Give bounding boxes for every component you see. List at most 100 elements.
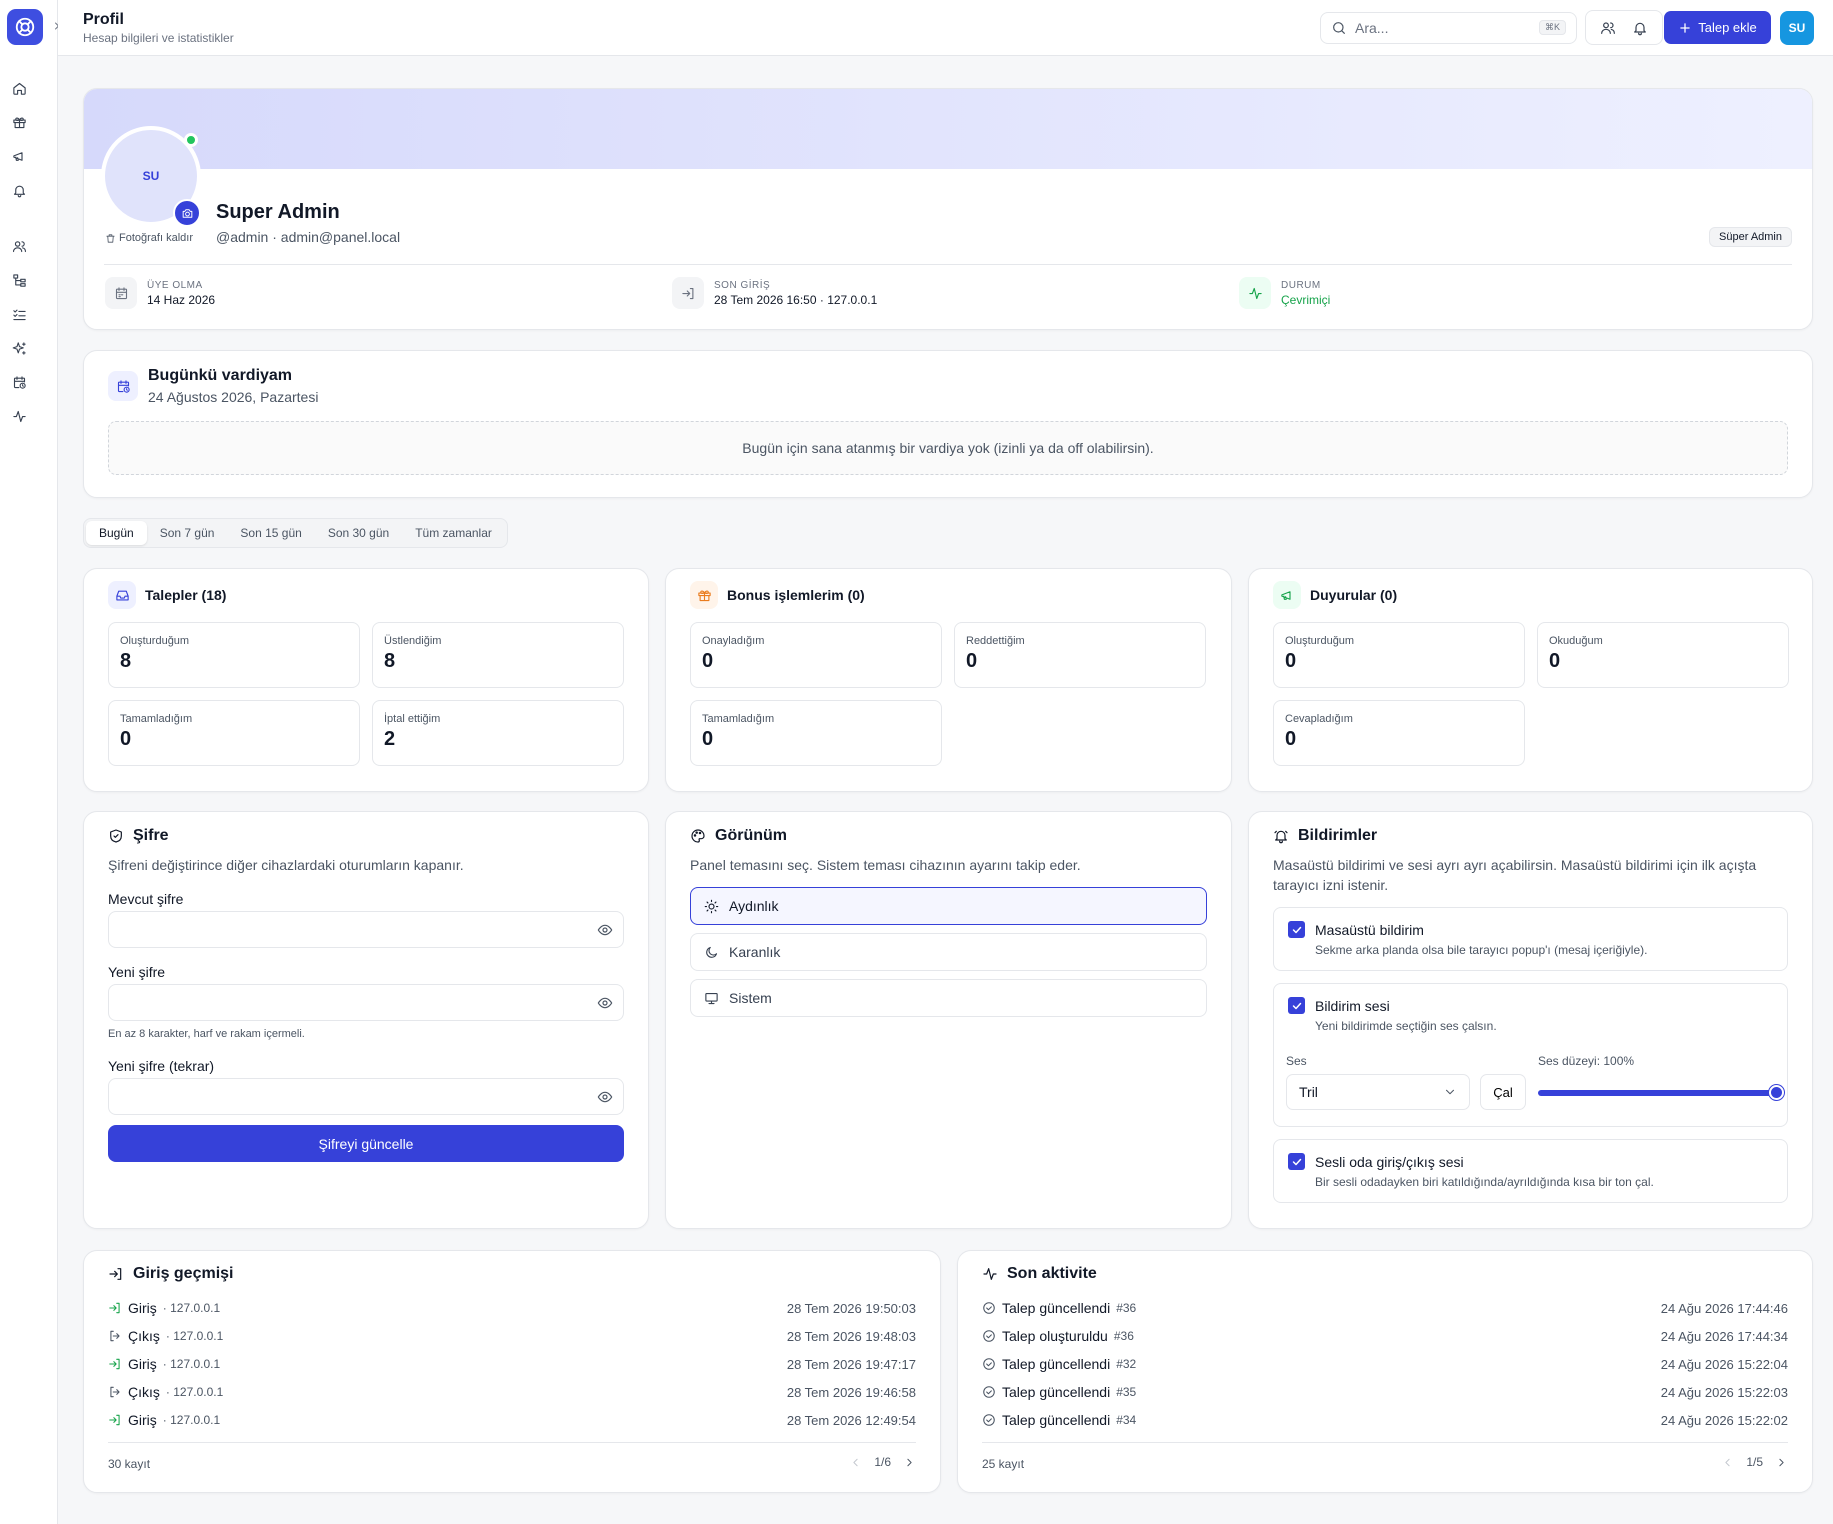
tab-all-time[interactable]: Tüm zamanlar [402, 521, 505, 545]
search-input[interactable] [1355, 20, 1525, 36]
play-sound-button[interactable]: Çal [1480, 1074, 1526, 1110]
activity-ref: #36 [1113, 1329, 1134, 1343]
prev-page-button[interactable] [849, 1456, 862, 1469]
chevron-right-icon [907, 1458, 912, 1466]
toggle-visibility-button[interactable] [597, 922, 613, 938]
volume-slider-track[interactable] [1538, 1090, 1776, 1096]
current-password-label: Mevcut şifre [108, 891, 184, 907]
login-history-row: Giriş · 127.0.0.1 28 Tem 2026 12:49:54 [108, 1410, 916, 1430]
activity-action: Talep oluşturuldu [1002, 1328, 1108, 1344]
login-history-row: Çıkış · 127.0.0.1 28 Tem 2026 19:46:58 [108, 1382, 916, 1402]
stat-value: 14 Haz 2026 [147, 292, 216, 307]
page-indicator: 1/5 [1746, 1455, 1763, 1469]
stat-tile-value: 0 [1285, 650, 1297, 672]
volume-slider-handle[interactable] [1769, 1085, 1784, 1100]
desktop-notification-checkbox[interactable] [1288, 921, 1305, 938]
stat-label: DURUM [1281, 279, 1321, 291]
toggle-visibility-button[interactable] [597, 1089, 613, 1105]
online-users-button[interactable] [1600, 20, 1616, 36]
card-icon-wrap [108, 581, 136, 609]
remove-photo-label: Fotoğrafı kaldır [119, 232, 193, 244]
option-title: Bildirim sesi [1315, 998, 1390, 1014]
stat-tile: Oluşturduğum 0 [1273, 622, 1525, 688]
notification-sound-option: Bildirim sesi Yeni bildirimde seçtiğin s… [1273, 983, 1788, 1127]
sidebar-item-activity[interactable] [9, 406, 29, 426]
sound-select[interactable]: Tril [1286, 1074, 1470, 1110]
shield-check-icon [110, 829, 122, 843]
sidebar-item-shifts[interactable] [9, 372, 29, 392]
bonus-stats-card: Bonus işlemlerim (0) Onayladığım 0 Reddet… [665, 568, 1232, 792]
check-circle-icon [983, 1414, 995, 1426]
sidebar-item-announcements[interactable] [9, 146, 29, 166]
login-time: 28 Tem 2026 12:49:54 [786, 1412, 916, 1428]
card-header: Son aktivite [982, 1265, 1097, 1283]
activity-time: 24 Ağu 2026 15:22:02 [1660, 1412, 1788, 1428]
check-circle-icon [983, 1386, 995, 1398]
card-icon-wrap [1273, 581, 1301, 609]
sidebar-item-bonus[interactable] [9, 112, 29, 132]
stat-tile-value: 8 [384, 650, 396, 672]
user-menu-avatar[interactable]: SU [1780, 11, 1814, 45]
notifications-button[interactable] [1632, 20, 1648, 36]
sidebar-item-users[interactable] [9, 236, 29, 256]
voice-room-sound-checkbox[interactable] [1288, 1153, 1305, 1170]
bell-icon [1634, 22, 1646, 35]
current-password-input[interactable] [109, 912, 623, 947]
megaphone-icon [1280, 590, 1291, 600]
confirm-password-input[interactable] [109, 1079, 623, 1114]
card-header: Duyurular (0) [1273, 581, 1397, 609]
activity-action: Talep güncellendi [1002, 1384, 1111, 1400]
sidebar-item-hierarchy[interactable] [9, 270, 29, 290]
update-password-button[interactable]: Şifreyi güncelle [108, 1125, 624, 1162]
stat-tile-value: 0 [1549, 650, 1561, 672]
theme-option-light[interactable]: Aydınlık [690, 887, 1207, 925]
sidebar-item-ai[interactable] [9, 338, 29, 358]
tab-today[interactable]: Bugün [86, 521, 147, 545]
status-value: Çevrimiçi [1281, 292, 1331, 307]
camera-icon [182, 208, 192, 218]
remove-photo-button[interactable]: Fotoğrafı kaldır [105, 232, 193, 244]
new-password-input[interactable] [109, 985, 623, 1020]
theme-option-system[interactable]: Sistem [690, 979, 1207, 1017]
login-time: 28 Tem 2026 19:48:03 [786, 1328, 916, 1344]
prev-page-button[interactable] [1721, 1456, 1734, 1469]
toggle-visibility-button[interactable] [597, 995, 613, 1011]
voice-room-sound-option: Sesli oda giriş/çıkış sesi Bir sesli oda… [1273, 1139, 1788, 1203]
sidebar-item-home[interactable] [9, 78, 29, 98]
login-history-row: Giriş · 127.0.0.1 28 Tem 2026 19:50:03 [108, 1298, 916, 1318]
next-page-button[interactable] [1775, 1456, 1788, 1469]
next-page-button[interactable] [903, 1456, 916, 1469]
login-type: Giriş [128, 1300, 157, 1316]
stat-tile-value: 0 [702, 728, 714, 750]
profile-banner [84, 89, 1812, 169]
requests-stats-card: Talepler (18) Oluşturduğum 8 Üstlendiğim 8… [83, 568, 649, 792]
stat-tile-label: Cevapladığım [1285, 713, 1353, 725]
palette-icon [691, 829, 705, 843]
card-header: Bonus işlemlerim (0) [690, 581, 865, 609]
login-ip: · 127.0.0.1 [162, 1301, 221, 1315]
option-description: Sekme arka planda olsa bile tarayıcı pop… [1315, 943, 1648, 957]
eye-icon [597, 997, 613, 1009]
notification-sound-checkbox[interactable] [1288, 997, 1305, 1014]
theme-option-label: Aydınlık [729, 898, 779, 914]
log-out-icon [110, 1386, 120, 1398]
login-type: Çıkış [128, 1384, 160, 1400]
stat-label: ÜYE OLMA [147, 279, 203, 291]
tab-last-7-days[interactable]: Son 7 gün [147, 521, 228, 545]
login-time: 28 Tem 2026 19:47:17 [786, 1356, 916, 1372]
theme-option-dark[interactable]: Karanlık [690, 933, 1207, 971]
add-request-button[interactable]: Talep ekle [1664, 11, 1771, 44]
app-logo[interactable] [7, 9, 43, 45]
search-box[interactable]: ⌘K [1320, 12, 1577, 44]
change-photo-button[interactable] [173, 199, 201, 227]
sidebar-item-notifications[interactable] [9, 180, 29, 200]
sidebar-item-tasks[interactable] [9, 304, 29, 324]
stat-tile-label: Üstlendiğim [384, 635, 442, 647]
tab-last-15-days[interactable]: Son 15 gün [227, 521, 314, 545]
theme-option-label: Sistem [729, 990, 772, 1006]
sun-icon [704, 899, 719, 913]
stat-tile: Üstlendiğim 8 [372, 622, 624, 688]
activity-row: Talep güncellendi #35 24 Ağu 2026 15:22:… [982, 1382, 1788, 1402]
login-ip: · 127.0.0.1 [165, 1329, 224, 1343]
tab-last-30-days[interactable]: Son 30 gün [315, 521, 402, 545]
